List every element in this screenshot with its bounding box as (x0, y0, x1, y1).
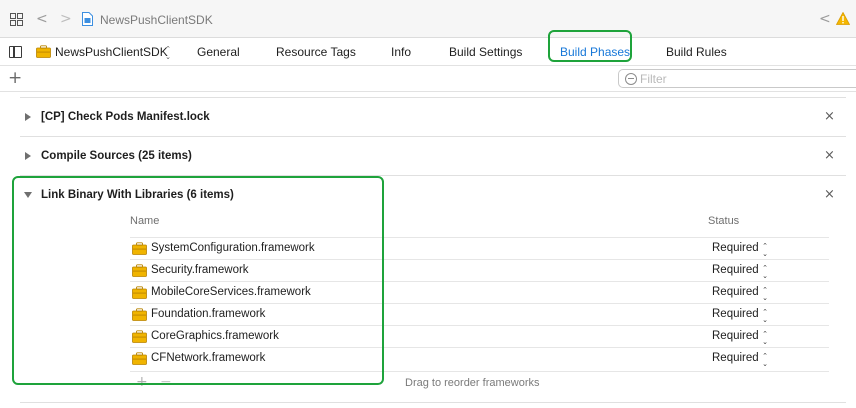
editor-tab-bar: NewsPushClientSDK ⌃⌄ General Resource Ta… (0, 38, 856, 66)
tab-build-rules[interactable]: Build Rules (666, 45, 727, 59)
divider (20, 402, 846, 403)
divider (20, 97, 846, 98)
tab-build-settings[interactable]: Build Settings (449, 45, 522, 59)
disclosure-right-icon[interactable] (25, 113, 31, 121)
related-items-grid-icon[interactable] (10, 13, 23, 26)
status-stepper-icon[interactable]: ⌃⌄ (761, 330, 769, 346)
disclosure-right-icon[interactable] (25, 152, 31, 160)
tab-general[interactable]: General (197, 45, 240, 59)
jump-bar-title[interactable]: NewsPushClientSDK (100, 13, 213, 27)
forward-button[interactable]: > (60, 11, 72, 27)
status-stepper-icon[interactable]: ⌃⌄ (761, 286, 769, 302)
status-stepper-icon[interactable]: ⌃⌄ (761, 352, 769, 368)
close-icon[interactable]: × (824, 187, 835, 202)
divider (20, 136, 846, 137)
previous-issue-button[interactable]: < (819, 11, 831, 27)
target-selector[interactable]: NewsPushClientSDK (55, 45, 168, 59)
status-value[interactable]: Required (712, 264, 759, 276)
close-icon[interactable]: × (824, 148, 835, 163)
framework-target-icon (36, 45, 51, 58)
filter-icon (625, 73, 637, 85)
phase-title[interactable]: Compile Sources (25 items) (41, 150, 192, 162)
phase-title[interactable]: [CP] Check Pods Manifest.lock (41, 111, 210, 123)
status-value[interactable]: Required (712, 242, 759, 254)
close-icon[interactable]: × (824, 109, 835, 124)
filter-bar: + (0, 66, 856, 92)
column-header-status[interactable]: Status (708, 215, 739, 227)
tab-resource-tags[interactable]: Resource Tags (276, 45, 356, 59)
status-value[interactable]: Required (712, 286, 759, 298)
status-stepper-icon[interactable]: ⌃⌄ (761, 242, 769, 258)
build-phases-highlight (548, 30, 632, 62)
drag-hint: Drag to reorder frameworks (405, 377, 540, 389)
filter-field[interactable] (618, 69, 856, 88)
status-value[interactable]: Required (712, 308, 759, 320)
status-stepper-icon[interactable]: ⌃⌄ (761, 308, 769, 324)
chevron-updown-icon[interactable]: ⌃⌄ (164, 45, 172, 61)
status-value[interactable]: Required (712, 352, 759, 364)
status-value[interactable]: Required (712, 330, 759, 342)
tab-info[interactable]: Info (391, 45, 411, 59)
back-button[interactable]: < (36, 11, 48, 27)
add-build-phase-button[interactable]: + (8, 68, 22, 88)
filter-input[interactable] (640, 71, 840, 86)
sidebar-toggle-icon[interactable] (9, 46, 22, 58)
status-stepper-icon[interactable]: ⌃⌄ (761, 264, 769, 280)
link-binary-highlight (12, 176, 384, 385)
warning-icon[interactable] (836, 12, 850, 25)
jump-bar: < > NewsPushClientSDK < (0, 0, 856, 38)
project-file-icon (82, 12, 93, 26)
